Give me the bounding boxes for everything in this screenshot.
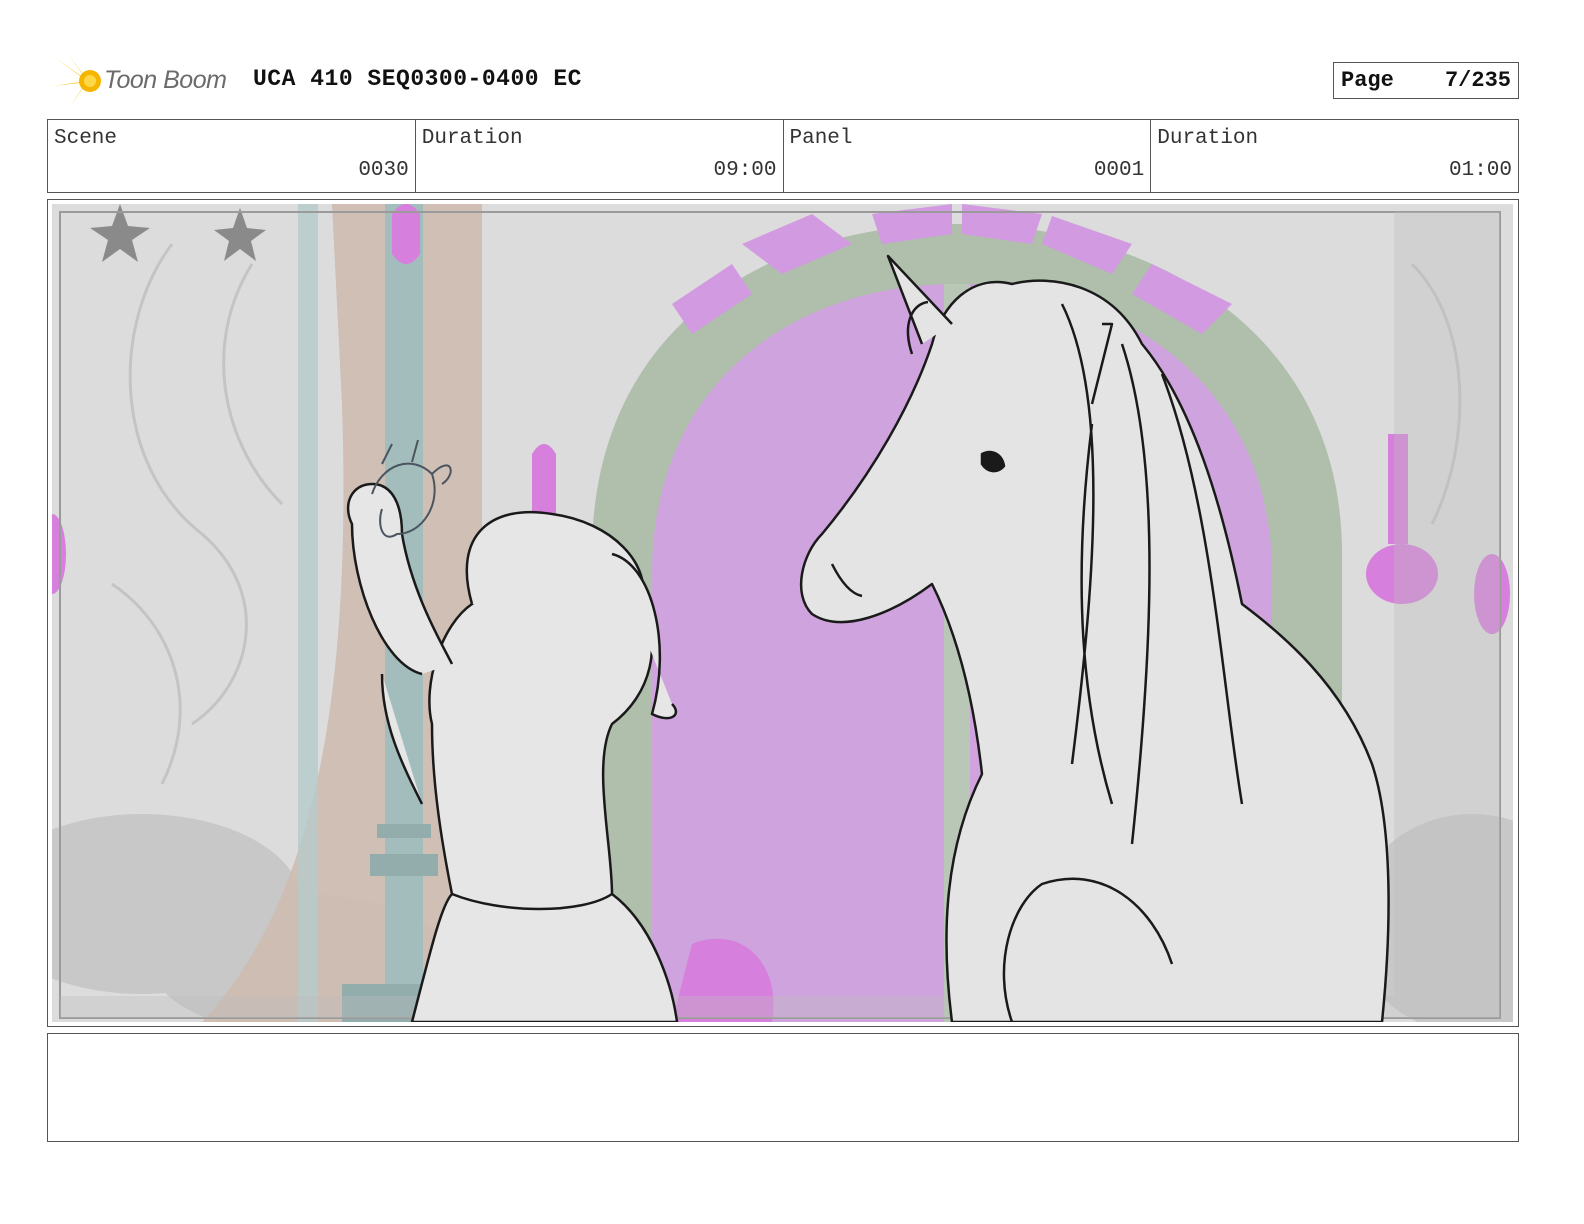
panel-duration-value: 01:00	[1448, 159, 1512, 182]
page-number: 7/235	[1444, 68, 1511, 93]
page-indicator: Page 7/235	[1333, 62, 1519, 99]
storyboard-frame	[47, 199, 1519, 1027]
panel-info-row: Scene 0030 Duration 09:00 Panel 0001 Dur…	[47, 119, 1519, 193]
scene-label: Scene	[54, 127, 118, 150]
document-title: UCA 410 SEQ0300-0400 EC	[253, 66, 582, 92]
scene-value: 0030	[358, 159, 409, 182]
scene-duration-value: 09:00	[713, 159, 777, 182]
panel-value: 0001	[1093, 159, 1145, 182]
panel-duration-cell: Duration 01:00	[1151, 120, 1518, 192]
panel-duration-label: Duration	[1157, 127, 1259, 150]
page-label: Page	[1341, 68, 1394, 93]
notes-box	[47, 1033, 1519, 1142]
panel-label: Panel	[789, 127, 853, 150]
storyboard-panel-image	[52, 204, 1513, 1022]
starburst-icon	[50, 54, 101, 106]
scene-cell: Scene 0030	[48, 120, 416, 192]
logo-text: Toon Boom	[104, 66, 227, 94]
scene-duration-cell: Duration 09:00	[416, 120, 784, 192]
panel-cell: Panel 0001	[784, 120, 1152, 192]
scene-duration-label: Duration	[421, 127, 523, 150]
